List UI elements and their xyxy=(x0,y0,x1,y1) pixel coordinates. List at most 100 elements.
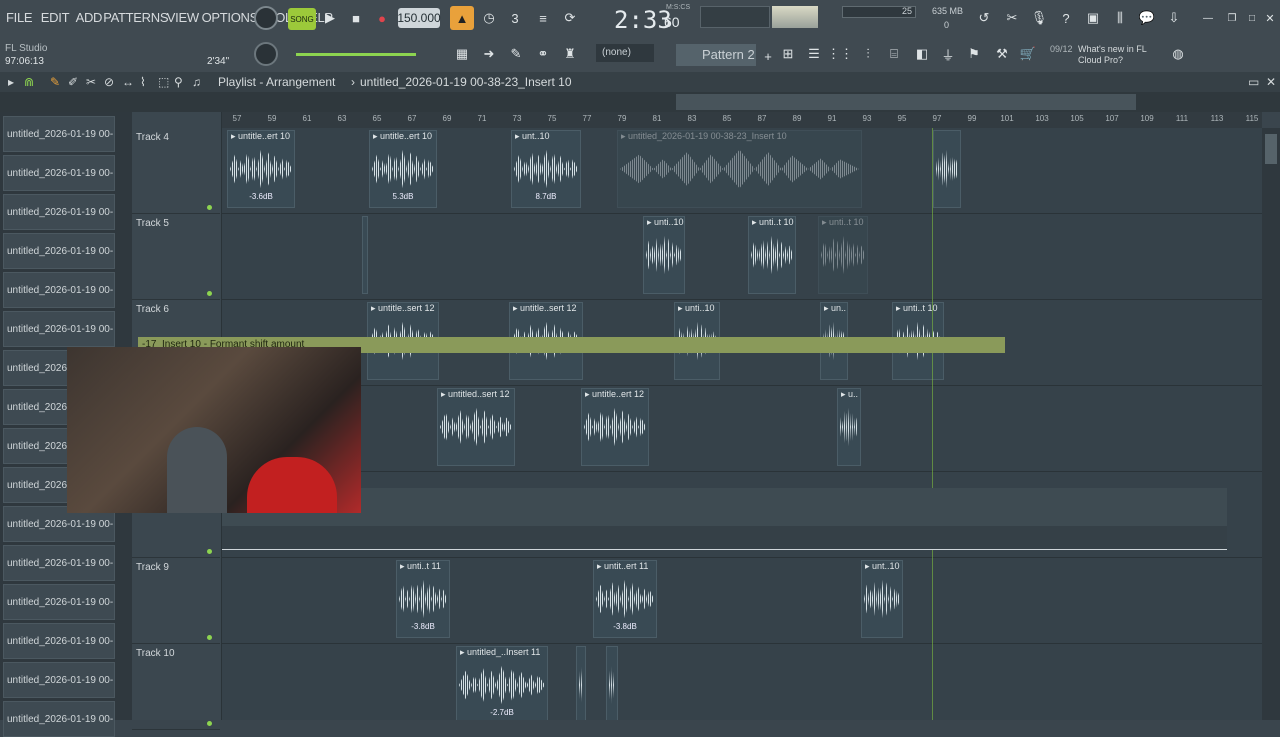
playlist-arrow-icon[interactable]: ▸ xyxy=(8,75,14,89)
track-header[interactable]: Track 4 xyxy=(132,128,220,214)
track-lane[interactable]: ▸ untitle..ert 10 -3.6dB ▸ untitle..ert 10… xyxy=(222,128,1262,214)
pattern-item[interactable]: untitled_2026-01-19 00-... xyxy=(3,623,115,659)
pattern-item[interactable]: untitled_2026-01-19 00-... xyxy=(3,662,115,698)
menu-view[interactable]: VIEW xyxy=(167,10,199,25)
undo-icon[interactable]: ↺ xyxy=(972,6,996,30)
audio-clip[interactable]: ▸ untitle..ert 12 xyxy=(581,388,649,466)
playlist-grid[interactable]: ▸ untitle..ert 10 -3.6dB ▸ untitle..ert 10… xyxy=(222,128,1262,720)
overview-window[interactable] xyxy=(676,94,1136,110)
loop-record-icon[interactable]: ⟳ xyxy=(558,6,582,30)
audio-clip[interactable]: ▸ untitle..ert 10 -3.6dB xyxy=(227,130,295,208)
zoom-tool-icon[interactable]: ⚲ xyxy=(174,75,183,89)
pattern-selector[interactable]: Pattern 2 xyxy=(676,44,756,66)
audio-clip[interactable] xyxy=(933,130,961,208)
window-minimize-icon[interactable]: ▭ xyxy=(1248,75,1259,89)
playlist-icon[interactable]: ⊞ xyxy=(776,42,800,66)
magnet-icon[interactable]: ⋒ xyxy=(24,75,34,89)
track-header[interactable]: Track 5 xyxy=(132,214,220,300)
audio-clip[interactable]: ▸ unt..10 xyxy=(861,560,903,638)
audio-clip[interactable]: ▸ untitle..ert 10 5.3dB xyxy=(369,130,437,208)
select-tool-icon[interactable]: ⬚ xyxy=(158,75,169,89)
stamp-icon[interactable]: ♜ xyxy=(558,42,582,66)
track-header[interactable]: Track 9 xyxy=(132,558,220,644)
master-volume-slider[interactable] xyxy=(296,53,416,56)
help-icon[interactable]: ? xyxy=(1054,6,1078,30)
track-enable-led[interactable] xyxy=(207,549,212,554)
menu-edit[interactable]: EDIT xyxy=(41,10,70,25)
mixer-icon[interactable]: ⫼ xyxy=(1108,6,1132,30)
stop-button[interactable]: ■ xyxy=(344,6,368,30)
pattern-item[interactable]: untitled_2026-01-19 00-... xyxy=(3,116,115,152)
menu-file[interactable]: FILE xyxy=(6,10,33,25)
piano-roll-icon[interactable]: ▦ xyxy=(450,42,474,66)
master-volume-knob[interactable] xyxy=(254,6,278,30)
scrollbar-thumb[interactable] xyxy=(1265,134,1277,164)
marker-icon[interactable]: ⚑ xyxy=(962,42,986,66)
plugin-icon[interactable]: ◧ xyxy=(910,42,934,66)
speaker-icon[interactable]: ♫ xyxy=(192,75,201,89)
channel-rack-icon[interactable]: ☰ xyxy=(802,42,826,66)
overview-strip[interactable] xyxy=(0,92,1280,112)
play-button[interactable]: ▶ xyxy=(318,6,342,30)
track-enable-led[interactable] xyxy=(207,291,212,296)
playhead[interactable] xyxy=(932,128,933,720)
wait-icon[interactable]: ◷ xyxy=(477,6,501,30)
pattern-item[interactable]: untitled_2026-01-19 00-... xyxy=(3,584,115,620)
tools-icon[interactable]: ⚒ xyxy=(990,42,1014,66)
pattern-item[interactable]: untitled_2026-01-19 00-... xyxy=(3,272,115,308)
download-icon[interactable]: ⇩ xyxy=(1162,6,1186,30)
plug-icon[interactable]: ⏚ xyxy=(936,42,960,66)
audio-clip[interactable]: ▸ unti..t 10 xyxy=(748,216,796,294)
timeline-ruler[interactable]: 57 59 61 63 65 67 69 71 73 75 77 79 81 83 85 87 89 91 93 95… xyxy=(222,112,1262,128)
audio-clip[interactable]: ▸ unti..t 11 -3.8dB xyxy=(396,560,450,638)
vertical-scrollbar[interactable] xyxy=(1262,128,1280,720)
track-enable-led[interactable] xyxy=(207,635,212,640)
paint-tool-icon[interactable]: ✐ xyxy=(68,75,78,89)
countdown-icon[interactable]: 3 xyxy=(503,6,527,30)
record-button[interactable]: ● xyxy=(370,6,394,30)
mic-icon[interactable]: 🎙 xyxy=(1027,6,1051,30)
track-enable-led[interactable] xyxy=(207,205,212,210)
chat-icon[interactable]: 💬 xyxy=(1135,6,1159,30)
save-icon[interactable]: ▣ xyxy=(1081,6,1105,30)
tempo-display[interactable]: 150.000 xyxy=(397,8,441,28)
menu-add[interactable]: ADD xyxy=(76,10,103,25)
audio-clip[interactable]: ▸ untitled..sert 12 xyxy=(437,388,515,466)
draw-tool-icon[interactable]: ✎ xyxy=(50,75,60,89)
cut-icon[interactable]: ✂ xyxy=(1000,6,1024,30)
news-text[interactable]: What's new in FL Cloud Pro? xyxy=(1078,44,1170,66)
news-count[interactable]: 09/12 xyxy=(1050,44,1073,54)
delete-tool-icon[interactable]: ✂ xyxy=(86,75,96,89)
audio-clip[interactable]: ▸ untitled_..Insert 11 -2.7dB xyxy=(456,646,548,720)
shop-icon[interactable]: 🛒 xyxy=(1016,42,1040,66)
audio-clip[interactable] xyxy=(606,646,618,720)
track-lane[interactable]: ▸ unti..10 ▸ unti..t 10 ▸ unti..t 10 xyxy=(222,214,1262,300)
audio-clip[interactable]: ▸ unti..t 10 xyxy=(818,216,868,294)
piano-roll-window-icon[interactable]: ⫶ xyxy=(856,42,880,66)
metronome-icon[interactable]: ▲ xyxy=(450,6,474,30)
window-close-icon[interactable]: ✕ xyxy=(1266,75,1276,89)
snap-selector[interactable]: (none) xyxy=(596,44,654,62)
track-header[interactable]: Track 10 xyxy=(132,644,220,730)
track-lane[interactable]: ▸ unti..t 11 -3.8dB ▸ untit..ert 11 -3.8dB ▸… xyxy=(222,558,1262,644)
slip-tool-icon[interactable]: ↔ xyxy=(122,75,134,89)
pencil-tool-icon[interactable]: ✎ xyxy=(504,42,528,66)
track-enable-led[interactable] xyxy=(207,721,212,726)
menu-patterns[interactable]: PATTERNS xyxy=(103,10,168,25)
audio-clip[interactable]: ▸ untit..ert 11 -3.8dB xyxy=(593,560,657,638)
pattern-item[interactable]: untitled_2026-01-19 00-... xyxy=(3,194,115,230)
audio-clip[interactable]: ▸ unti..10 xyxy=(643,216,685,294)
pattern-item[interactable]: untitled_2026-01-19 00-... xyxy=(3,701,115,737)
audio-clip[interactable] xyxy=(362,216,368,294)
menu-options[interactable]: OPTIONS xyxy=(202,10,259,25)
slice-tool-icon[interactable]: ⌇ xyxy=(140,75,146,89)
step-edit-icon[interactable]: ≡ xyxy=(531,6,555,30)
arrow-icon[interactable]: ➜ xyxy=(477,42,501,66)
link-icon[interactable]: ⚭ xyxy=(531,42,555,66)
automation-curve[interactable] xyxy=(222,488,1227,550)
audio-clip[interactable]: ▸ untitled_2026-01-19 00-38-23_Insert 10 xyxy=(617,130,862,208)
close-icon[interactable]: ✕ xyxy=(1258,6,1280,30)
browser-icon[interactable]: ⌸ xyxy=(882,42,906,66)
pattern-item[interactable]: untitled_2026-01-19 00-... xyxy=(3,233,115,269)
pattern-item[interactable]: untitled_2026-01-19 00-... xyxy=(3,311,115,347)
